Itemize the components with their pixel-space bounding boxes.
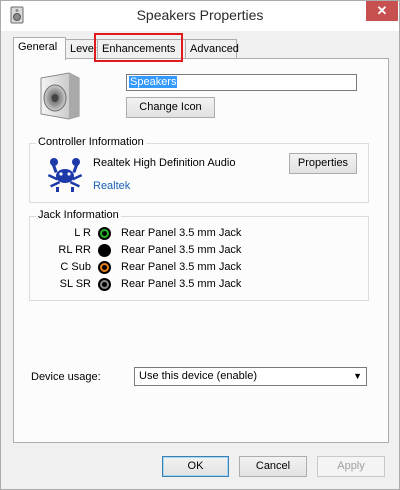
jack-row: RL RR Rear Panel 3.5 mm Jack [39,243,289,259]
jack-location: Rear Panel 3.5 mm Jack [121,278,242,290]
jack-row: C Sub Rear Panel 3.5 mm Jack [39,260,289,276]
tab-strip: General Levels Enhancements Advanced [13,37,393,60]
chevron-down-icon[interactable]: ▼ [353,368,362,385]
jack-color-icon [98,278,111,291]
device-usage-select[interactable]: Use this device (enable) ▼ [134,367,367,386]
jack-channel-label: L R [74,227,91,239]
change-icon-button[interactable]: Change Icon [126,97,215,118]
realtek-link[interactable]: Realtek [93,180,130,192]
jack-location: Rear Panel 3.5 mm Jack [121,227,242,239]
tab-advanced[interactable]: Advanced [185,39,239,59]
ok-button[interactable]: OK [162,456,229,477]
jack-row: SL SR Rear Panel 3.5 mm Jack [39,277,289,293]
jack-location: Rear Panel 3.5 mm Jack [121,244,242,256]
close-button[interactable]: ✕ [366,1,398,21]
apply-button[interactable]: Apply [317,456,385,477]
device-name-field[interactable]: Speakers [126,74,357,91]
device-usage-value: Use this device (enable) [139,370,258,382]
properties-button[interactable]: Properties [289,153,357,174]
jack-color-icon [98,244,111,257]
device-usage-label: Device usage: [31,371,101,383]
jack-channel-label: RL RR [58,244,91,256]
jack-color-icon [98,227,111,240]
controller-info-label: Controller Information [36,136,146,148]
jack-location: Rear Panel 3.5 mm Jack [121,261,242,273]
speaker-icon [40,72,80,120]
cancel-button[interactable]: Cancel [239,456,307,477]
jack-channel-label: C Sub [60,261,91,273]
jack-color-icon [98,261,111,274]
jack-info-label: Jack Information [36,209,121,221]
device-name-value: Speakers [129,76,178,88]
controller-name: Realtek High Definition Audio [93,157,236,169]
properties-window: Speakers Properties ✕ General Levels Enh… [0,0,400,490]
window-title: Speakers Properties [136,7,264,23]
tab-general[interactable]: General [13,37,66,60]
title-bar[interactable]: Speakers Properties ✕ [1,1,399,31]
enhancements-highlight-box [94,33,183,62]
jack-channel-label: SL SR [59,278,91,290]
realtek-crab-logo [47,158,83,192]
jack-row: L R Rear Panel 3.5 mm Jack [39,226,289,242]
